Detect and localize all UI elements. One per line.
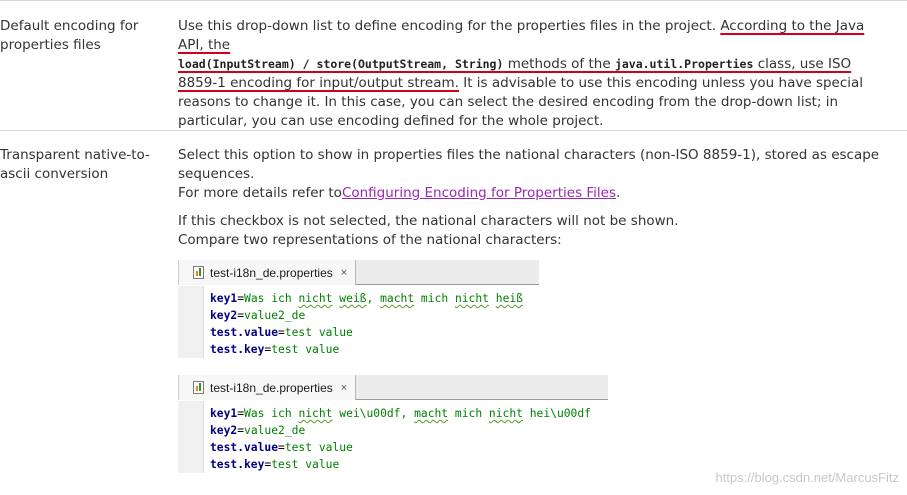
property-separator: = — [237, 424, 245, 437]
editor-tab[interactable]: test-i18n_de.properties × — [178, 375, 357, 400]
property-separator: = — [237, 292, 245, 305]
row-divider — [0, 130, 907, 131]
property-separator: = — [278, 326, 285, 339]
description-text: class, use ISO — [753, 56, 852, 72]
setting-description: Select this option to show in properties… — [178, 146, 893, 250]
code-line: test.value=test value — [210, 324, 523, 341]
property-value: Was ich — [244, 292, 299, 305]
spellcheck-word: nicht — [488, 407, 523, 420]
property-key: key2 — [210, 309, 238, 322]
close-icon[interactable]: × — [341, 382, 347, 394]
encoding-help-link[interactable]: Configuring Encoding for Properties File… — [342, 185, 616, 201]
annotated-text: 8859-1 encoding for input/output stream. — [178, 75, 459, 91]
code-class: java.util.Properties — [614, 57, 754, 71]
description-text: Compare two representations of the natio… — [178, 232, 562, 248]
close-icon[interactable]: × — [341, 267, 347, 279]
property-key: test.value — [210, 326, 279, 339]
spellcheck-word: weiß — [339, 292, 367, 305]
spellcheck-word: nicht — [298, 407, 333, 420]
code-line: test.value=test value — [210, 439, 591, 456]
editor-content[interactable]: key1=Was ich nicht weiß, macht mich nich… — [210, 290, 523, 358]
editor-tab-bar: test-i18n_de.properties × — [178, 260, 539, 285]
code-line: key1=Was ich nicht wei\u00df, macht mich… — [210, 405, 591, 422]
editor-tab-bar: test-i18n_de.properties × — [178, 375, 608, 400]
description-text: Select this option to show in properties… — [178, 147, 880, 182]
watermark: https://blog.csdn.net/MarcusFitz — [715, 470, 899, 485]
description-text: . — [616, 185, 621, 201]
description-text: methods of the — [503, 56, 615, 72]
tab-label: test-i18n_de.properties — [210, 265, 333, 280]
editor-tab[interactable]: test-i18n_de.properties × — [178, 260, 357, 285]
property-key: test.key — [210, 458, 265, 471]
description-text: If this checkbox is not selected, the na… — [178, 213, 679, 229]
property-key: test.key — [210, 343, 265, 356]
property-value — [489, 292, 496, 305]
property-value: mich — [414, 292, 455, 305]
property-separator: = — [278, 441, 285, 454]
property-value: value2_de — [244, 309, 306, 322]
property-value: , — [366, 292, 381, 305]
code-line: test.key=test value — [210, 341, 523, 358]
property-value: test value — [271, 458, 340, 471]
property-key: key2 — [210, 424, 238, 437]
tab-label: test-i18n_de.properties — [210, 380, 333, 395]
property-value: mich — [448, 407, 489, 420]
property-key: key1 — [210, 292, 238, 305]
setting-row-native-to-ascii: Transparent native-to-ascii conversion S… — [0, 146, 907, 495]
top-rule — [0, 0, 907, 1]
code-line: key2=value2_de — [210, 307, 523, 324]
spellcheck-word: macht — [380, 292, 415, 305]
setting-label: Default encoding for properties files — [0, 18, 139, 53]
property-separator: = — [237, 407, 245, 420]
spellcheck-word: nicht — [298, 292, 333, 305]
spellcheck-word: heiß — [495, 292, 523, 305]
code-line: test.key=test value — [210, 456, 591, 473]
property-key: test.value — [210, 441, 279, 454]
spellcheck-word: macht — [414, 407, 449, 420]
property-value: Was ich — [244, 407, 299, 420]
property-value: test value — [271, 343, 340, 356]
code-methods: load(InputStream) / store(OutputStream, … — [178, 57, 504, 71]
properties-file-icon — [193, 381, 204, 394]
property-key: key1 — [210, 407, 238, 420]
editor-escaped-view: test-i18n_de.properties × key1=Was ich n… — [178, 375, 608, 473]
setting-row-default-encoding: Default encoding for properties files Us… — [0, 17, 907, 129]
code-line: key1=Was ich nicht weiß, macht mich nich… — [210, 290, 523, 307]
property-value: test value — [284, 326, 353, 339]
setting-description: Use this drop-down list to define encodi… — [178, 17, 893, 131]
editor-gutter — [178, 401, 204, 473]
property-value: hei\u00df — [522, 407, 591, 420]
description-text: Use this drop-down list to define encodi… — [178, 18, 721, 34]
editor-gutter — [178, 286, 204, 358]
code-line: key2=value2_de — [210, 422, 591, 439]
property-value: test value — [284, 441, 353, 454]
property-value: wei\u00df, — [332, 407, 415, 420]
setting-label: Transparent native-to-ascii conversion — [0, 147, 150, 182]
description-text: For more details refer to — [178, 185, 342, 201]
property-value: value2_de — [244, 424, 306, 437]
property-separator: = — [237, 309, 245, 322]
spellcheck-word: nicht — [454, 292, 489, 305]
properties-file-icon — [193, 266, 204, 279]
editor-content[interactable]: key1=Was ich nicht wei\u00df, macht mich… — [210, 405, 591, 473]
editor-native-view: test-i18n_de.properties × key1=Was ich n… — [178, 260, 539, 358]
